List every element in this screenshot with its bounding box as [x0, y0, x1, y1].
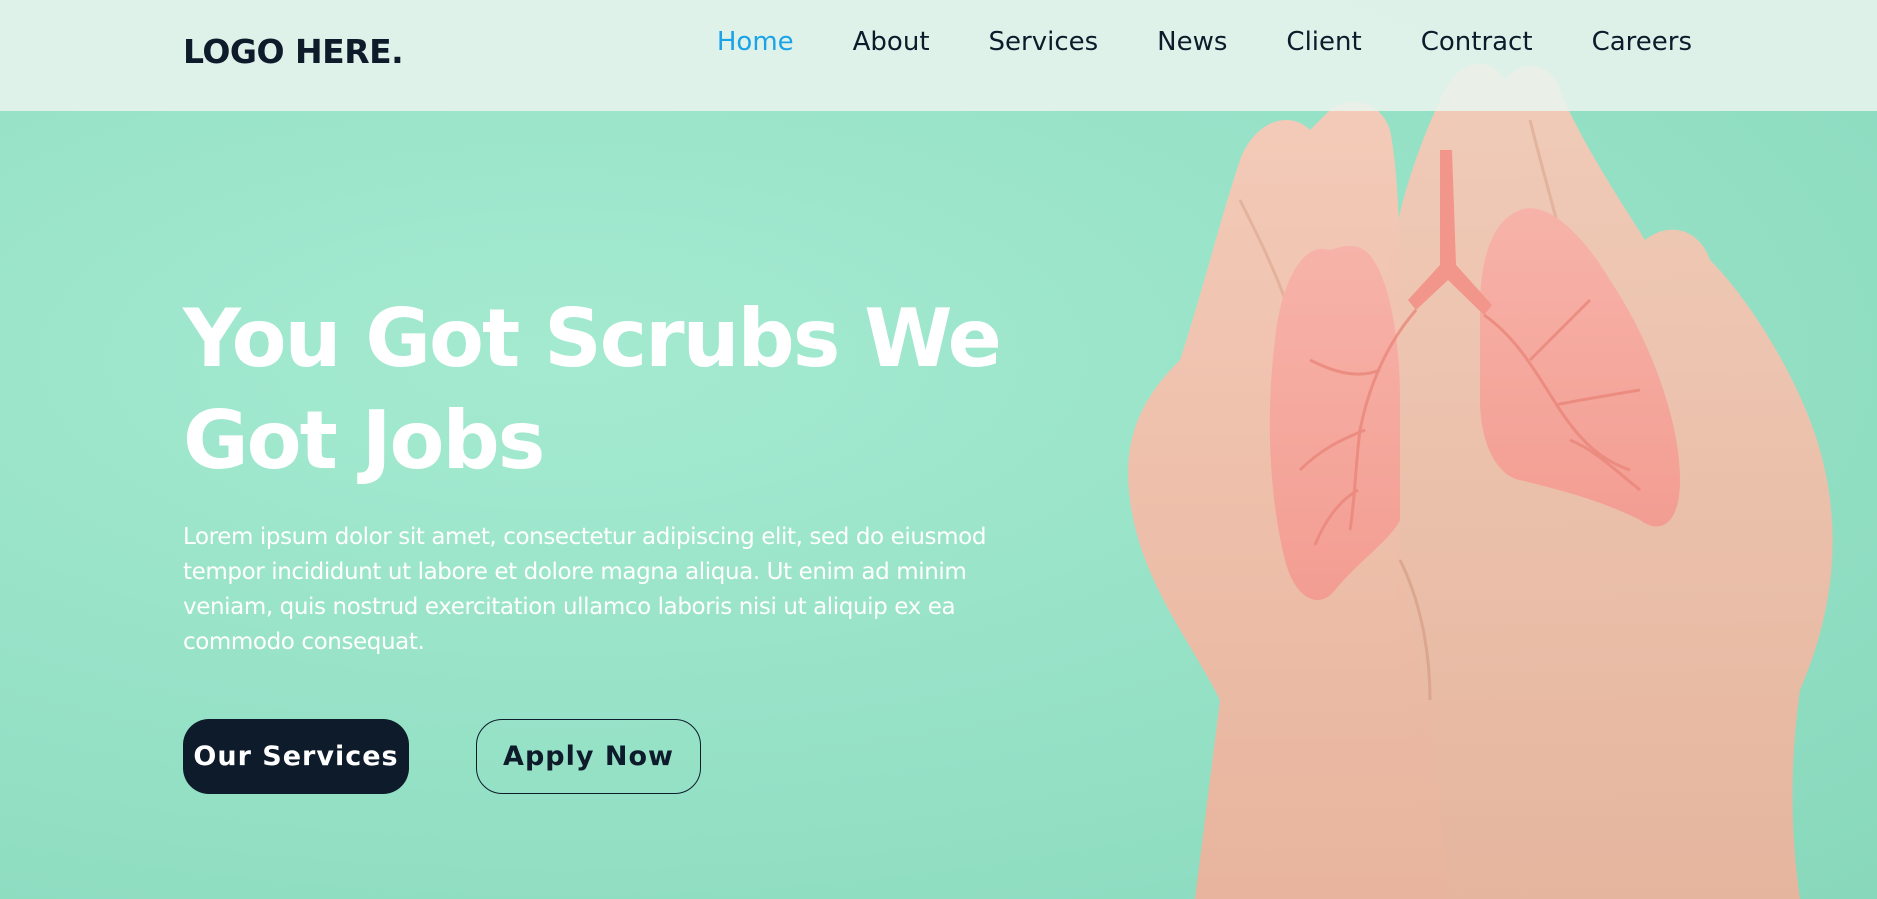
- hero-headline: You Got Scrubs We Got Jobs: [183, 288, 1083, 492]
- hands-holding-lungs-image: [1128, 64, 1833, 899]
- nav-item-home[interactable]: Home: [717, 27, 794, 57]
- apply-now-button[interactable]: Apply Now: [476, 719, 701, 794]
- our-services-button[interactable]: Our Services: [183, 719, 409, 794]
- nav-item-services[interactable]: Services: [989, 27, 1099, 57]
- hero-description: Lorem ipsum dolor sit amet, consectetur …: [183, 524, 987, 655]
- nav-item-careers[interactable]: Careers: [1592, 27, 1692, 57]
- top-navigation-bar: LOGO HERE. Home About Services News Clie…: [0, 0, 1877, 111]
- hero-headline-line-1: You Got Scrubs We: [183, 292, 1002, 385]
- nav-item-client[interactable]: Client: [1286, 27, 1361, 57]
- nav-item-about[interactable]: About: [853, 27, 930, 57]
- hero-headline-line-2: Got Jobs: [183, 394, 545, 487]
- site-logo[interactable]: LOGO HERE.: [183, 32, 404, 71]
- main-nav: Home About Services News Client Contract…: [717, 27, 1692, 57]
- nav-item-contract[interactable]: Contract: [1421, 27, 1533, 57]
- nav-item-news[interactable]: News: [1157, 27, 1227, 57]
